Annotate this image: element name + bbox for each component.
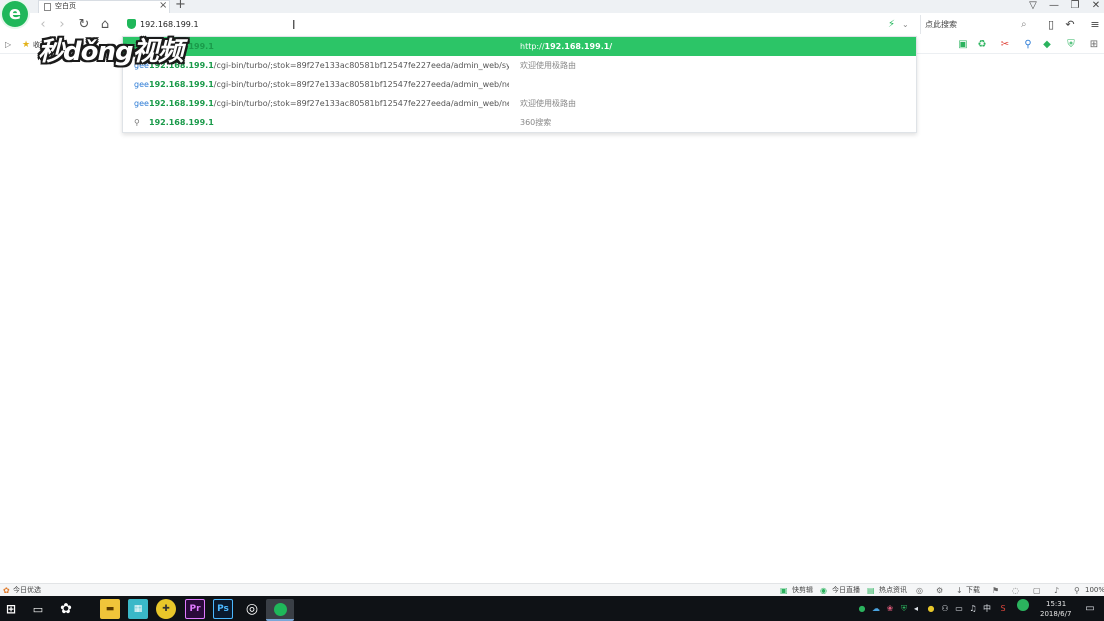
suggestion-row[interactable]: gee 192.168.199.1/cgi-bin/turbo/;stok=89… — [123, 75, 916, 94]
security-shield-icon — [127, 19, 136, 29]
suggestion-url: 192.168.199.1/cgi-bin/turbo/;stok=89f27e… — [149, 80, 509, 89]
tray-arrow-icon[interactable]: ◂ — [910, 596, 922, 621]
notification-icon[interactable]: ▭ — [1082, 596, 1098, 621]
tab-title: 空白页 — [55, 2, 76, 10]
toolbar: ‹ › ↻ ⌂ 192.168.199.1 I ⚡ ⌄ 点此搜索 ⌕ ▯ ↶ ≡ — [0, 13, 1104, 38]
obs-icon[interactable]: ◎ — [242, 599, 262, 619]
video-watermark-logo: 秒dǒng视频 — [38, 37, 184, 67]
taskbar: ⊞ ▭ ✿ ▬ ▦ ✚ Pr Ps ◎ ● ☁ ❀ ⛨ ◂ ● ⚇ ▭ ♫ 中 … — [0, 596, 1104, 621]
skin-icon[interactable]: ▽ — [1024, 0, 1042, 12]
browser-taskbar-icon[interactable] — [266, 599, 294, 621]
magnifier-icon[interactable]: ⚲ — [1021, 37, 1035, 53]
apps-grid-icon[interactable]: ⊞ — [1087, 37, 1101, 53]
home-button[interactable]: ⌂ — [97, 17, 113, 33]
suggestion-row[interactable]: gee 192.168.199.1/cgi-bin/turbo/;stok=89… — [123, 56, 916, 75]
tab-blank-page[interactable]: 空白页 × — [38, 0, 170, 13]
forward-button[interactable]: › — [54, 17, 70, 33]
search-icon: ⚲ — [134, 118, 140, 127]
gee-icon: gee — [134, 80, 149, 89]
reading-mode-icon[interactable]: ▯ — [1044, 16, 1058, 33]
clock-date[interactable]: 2018/6/7 — [1040, 609, 1071, 619]
address-bar[interactable]: 192.168.199.1 I ⚡ ⌄ — [122, 15, 916, 34]
sidebar-toggle-icon[interactable]: ▷ — [5, 37, 11, 53]
tray-display-icon[interactable]: ▭ — [953, 596, 965, 621]
restore-button[interactable]: ❐ — [1066, 0, 1084, 12]
lightning-icon[interactable]: ⚡ — [888, 16, 895, 33]
text-cursor-icon: I — [292, 18, 296, 32]
suggestion-description: http://192.168.199.1/ — [520, 42, 613, 51]
app-grid-icon[interactable]: ▦ — [128, 599, 148, 619]
security-icon[interactable]: ⛨ — [1064, 37, 1078, 53]
suggestion-row[interactable]: gee 192.168.199.1/cgi-bin/turbo/;stok=89… — [123, 94, 916, 113]
game-app-icon[interactable]: ✚ — [156, 599, 176, 619]
search-input[interactable]: 点此搜索 — [925, 15, 957, 34]
tray-sogou-icon[interactable]: S — [997, 596, 1009, 621]
tray-volume-icon[interactable]: ♫ — [967, 596, 979, 621]
close-icon[interactable]: × — [159, 0, 167, 12]
suggestion-row[interactable]: ⚲ 192.168.199.1 360搜索 — [123, 113, 916, 132]
search-icon[interactable]: ⌕ — [1021, 15, 1027, 34]
tray-badge-icon[interactable] — [1016, 596, 1030, 621]
menu-icon[interactable]: ≡ — [1088, 16, 1102, 33]
premiere-icon[interactable]: Pr — [185, 599, 205, 619]
tray-game-icon[interactable]: ● — [925, 596, 937, 621]
file-explorer-icon[interactable]: ▬ — [100, 599, 120, 619]
suggestion-url: 192.168.199.1 — [149, 118, 214, 127]
suggestion-description: 360搜索 — [520, 118, 552, 127]
page-icon — [44, 3, 51, 11]
tray-cloud-icon[interactable]: ☁ — [870, 596, 882, 621]
back-button[interactable]: ‹ — [35, 17, 51, 33]
pinwheel-app-icon[interactable]: ✿ — [56, 599, 76, 619]
tray-flower-icon[interactable]: ❀ — [884, 596, 896, 621]
address-input[interactable]: 192.168.199.1 — [140, 15, 199, 34]
tray-network-icon[interactable]: ⚇ — [939, 596, 951, 621]
task-view-icon[interactable]: ▭ — [28, 599, 48, 619]
suggestion-url: 192.168.199.1/cgi-bin/turbo/;stok=89f27e… — [149, 99, 509, 108]
suggestion-row[interactable]: 192.168.199.1 http://192.168.199.1/ — [123, 37, 916, 56]
browser-logo-icon[interactable]: e — [2, 1, 28, 27]
suggestion-description: 欢迎使用极路由 — [520, 99, 576, 108]
tray-app-icon[interactable]: ● — [856, 596, 868, 621]
screenshot-icon[interactable]: ▣ — [956, 37, 970, 53]
clock-time[interactable]: 15:31 — [1046, 599, 1066, 609]
search-box[interactable]: 点此搜索 ⌕ — [920, 15, 1035, 34]
game-icon[interactable]: ◆ — [1040, 37, 1054, 53]
star-icon[interactable]: ★ — [22, 37, 30, 53]
address-suggestions-dropdown: 192.168.199.1 http://192.168.199.1/ gee … — [122, 36, 917, 133]
chevron-down-icon[interactable]: ⌄ — [902, 16, 909, 33]
extension-icon[interactable]: ♻ — [975, 37, 989, 53]
suggestion-url: 192.168.199.1/cgi-bin/turbo/;stok=89f27e… — [149, 61, 509, 70]
suggestion-description: 欢迎使用极路由 — [520, 61, 576, 70]
refresh-button[interactable]: ↻ — [76, 17, 92, 33]
undo-close-icon[interactable]: ↶ — [1063, 16, 1077, 33]
ime-indicator[interactable]: 中 — [981, 596, 993, 621]
status-bar: ✿ 今日优选 ▣ 快剪辑 ◉ 今日直播 ▤ 热点资讯 ◎ ⚙ ↓ 下载 ⚑ ◌ … — [0, 583, 1104, 597]
photoshop-icon[interactable]: Ps — [213, 599, 233, 619]
tab-strip: 空白页 × + ▽ — ❐ ✕ — [0, 0, 1104, 13]
windows-start-icon[interactable]: ⊞ — [1, 599, 21, 619]
tray-shield-icon[interactable]: ⛨ — [898, 596, 910, 621]
close-window-button[interactable]: ✕ — [1087, 0, 1104, 12]
new-tab-button[interactable]: + — [175, 0, 186, 12]
gee-icon: gee — [134, 99, 149, 108]
minimize-button[interactable]: — — [1045, 0, 1063, 12]
suggestion-url: 192.168.199.1 — [149, 42, 214, 51]
scissors-icon[interactable]: ✂ — [998, 37, 1012, 53]
